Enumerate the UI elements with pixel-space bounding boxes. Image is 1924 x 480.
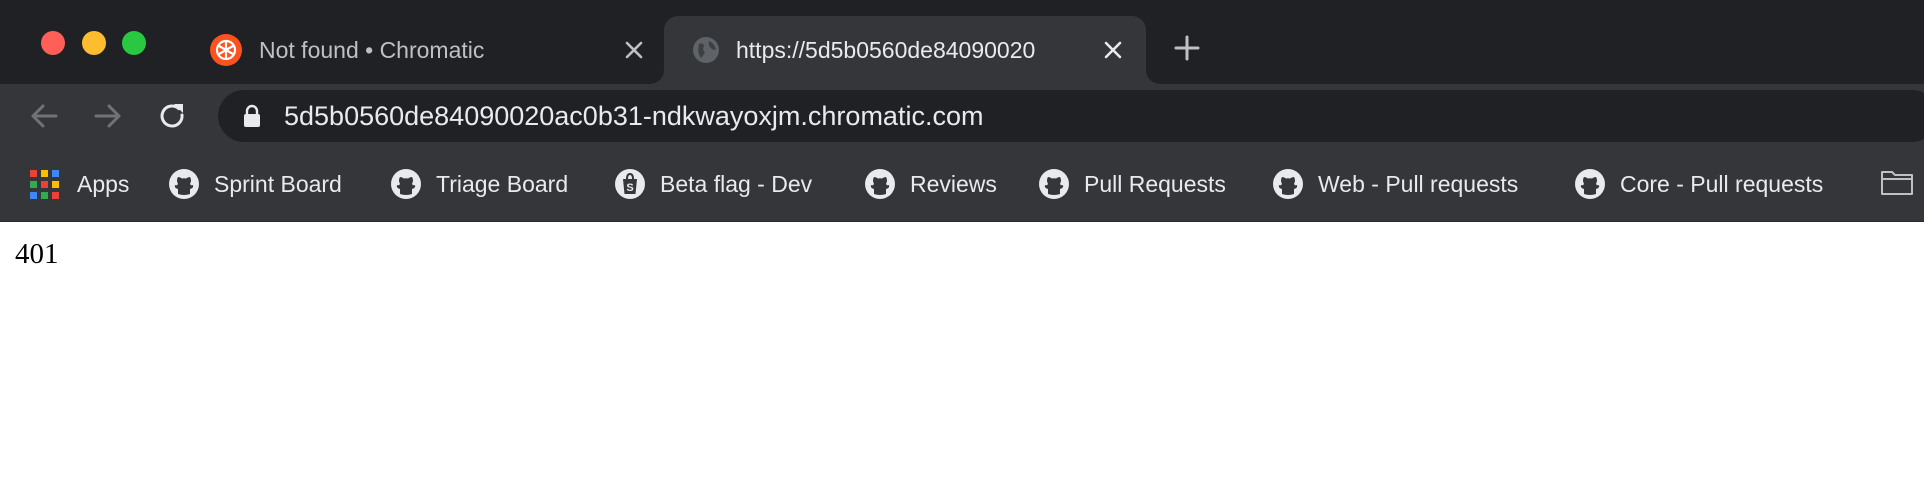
tab-title: https://5d5b0560de84090020 [736, 34, 1086, 66]
github-icon [1574, 168, 1606, 200]
address-bar[interactable]: 5d5b0560de84090020ac0b31-ndkwayoxjm.chro… [218, 90, 1924, 142]
bookmark-label: Beta flag - Dev [660, 170, 813, 197]
close-tab-icon[interactable] [622, 38, 646, 62]
bookmark-reviews[interactable]: Reviews [864, 166, 997, 202]
bookmark-label: Pull Requests [1084, 170, 1226, 197]
lock-icon[interactable] [242, 104, 262, 128]
tab-not-found-chromatic[interactable]: Not found • Chromatic [190, 16, 655, 84]
apps-grid-icon [30, 169, 59, 199]
forward-button[interactable] [92, 100, 124, 132]
bookmark-label: Apps [77, 170, 130, 197]
globe-icon [690, 34, 722, 66]
bookmark-apps[interactable]: Apps [30, 166, 129, 202]
bookmark-web-pull-requests[interactable]: Web - Pull requests [1272, 166, 1518, 202]
navigation-toolbar: 5d5b0560de84090020ac0b31-ndkwayoxjm.chro… [0, 84, 1924, 148]
bookmark-label: Sprint Board [214, 170, 342, 197]
bookmark-sprint-board[interactable]: Sprint Board [168, 166, 342, 202]
github-icon [864, 168, 896, 200]
bookmarks-bar: Apps Sprint Board Triage Board S Beta fl… [0, 158, 1924, 210]
bookmark-pull-requests[interactable]: Pull Requests [1038, 166, 1226, 202]
bookmark-label: Reviews [910, 170, 997, 197]
github-icon [1272, 168, 1304, 200]
back-button[interactable] [28, 100, 60, 132]
bookmark-label: Core - Pull requests [1620, 170, 1824, 197]
bookmark-beta-flag-dev[interactable]: S Beta flag - Dev [614, 166, 812, 202]
error-status-text: 401 [15, 238, 59, 270]
folder-icon [1880, 168, 1914, 201]
tab-current-page[interactable]: https://5d5b0560de84090020 [664, 16, 1146, 84]
close-tab-icon[interactable] [1101, 38, 1125, 62]
close-window-button[interactable] [41, 31, 65, 55]
bookmark-label: Web - Pull requests [1318, 170, 1519, 197]
github-icon [390, 168, 422, 200]
bookmark-triage-board[interactable]: Triage Board [390, 166, 568, 202]
browser-chrome: Not found • Chromatic https://5d5b0560de… [0, 0, 1924, 222]
shopify-icon: S [614, 168, 646, 200]
new-tab-button[interactable] [1174, 35, 1200, 61]
github-icon [1038, 168, 1070, 200]
url-text[interactable]: 5d5b0560de84090020ac0b31-ndkwayoxjm.chro… [284, 100, 983, 132]
bookmark-label: Triage Board [436, 170, 569, 197]
reload-button[interactable] [156, 100, 188, 132]
tab-strip: Not found • Chromatic https://5d5b0560de… [0, 0, 1924, 84]
github-icon [168, 168, 200, 200]
svg-text:S: S [626, 182, 633, 194]
bookmark-folder[interactable] [1880, 166, 1914, 202]
minimize-window-button[interactable] [82, 31, 106, 55]
zoom-window-button[interactable] [122, 31, 146, 55]
bookmark-core-pull-requests[interactable]: Core - Pull requests [1574, 166, 1823, 202]
chromatic-logo-icon [210, 34, 242, 66]
page-content: 401 [0, 222, 1924, 480]
tab-title: Not found • Chromatic [259, 37, 485, 63]
